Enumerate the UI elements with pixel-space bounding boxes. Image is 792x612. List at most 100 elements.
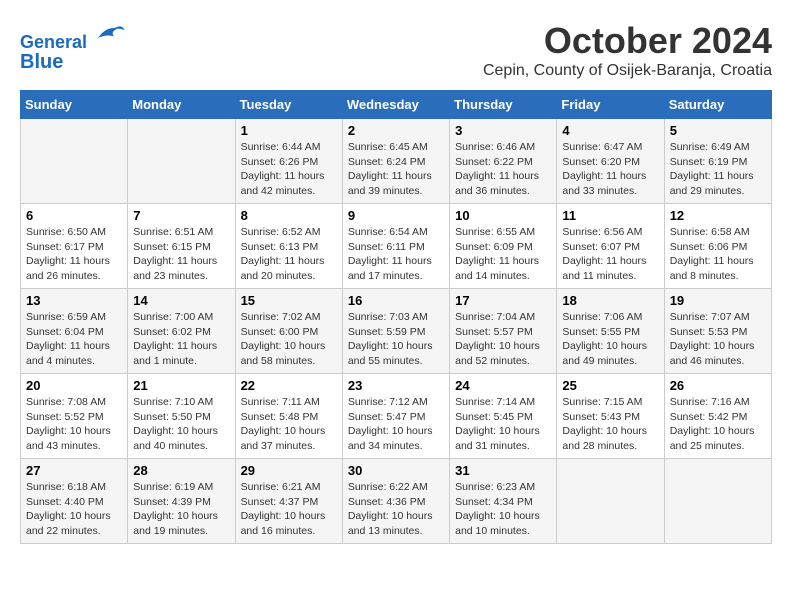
day-info: Sunrise: 6:46 AM Sunset: 6:22 PM Dayligh…	[455, 140, 551, 199]
header-day-tuesday: Tuesday	[235, 91, 342, 119]
calendar-cell: 26Sunrise: 7:16 AM Sunset: 5:42 PM Dayli…	[664, 374, 771, 459]
day-info: Sunrise: 6:56 AM Sunset: 6:07 PM Dayligh…	[562, 225, 658, 284]
day-info: Sunrise: 6:44 AM Sunset: 6:26 PM Dayligh…	[241, 140, 337, 199]
calendar-cell: 6Sunrise: 6:50 AM Sunset: 6:17 PM Daylig…	[21, 204, 128, 289]
calendar-cell: 1Sunrise: 6:44 AM Sunset: 6:26 PM Daylig…	[235, 119, 342, 204]
header-day-monday: Monday	[128, 91, 235, 119]
calendar-cell: 9 Sunrise: 6:54 AM Sunset: 6:11 PM Daylig…	[342, 204, 449, 289]
calendar-cell: 25Sunrise: 7:15 AM Sunset: 5:43 PM Dayli…	[557, 374, 664, 459]
calendar-cell: 13 Sunrise: 6:59 AM Sunset: 6:04 PM Dayli…	[21, 289, 128, 374]
header-day-friday: Friday	[557, 91, 664, 119]
day-info: Sunrise: 7:11 AM Sunset: 5:48 PM Dayligh…	[241, 395, 337, 454]
calendar-cell: 24 Sunrise: 7:14 AM Sunset: 5:45 PM Dayli…	[450, 374, 557, 459]
day-number: 20	[26, 378, 122, 393]
day-number: 14	[133, 293, 229, 308]
day-number: 24	[455, 378, 551, 393]
calendar-cell: 2 Sunrise: 6:45 AM Sunset: 6:24 PM Daylig…	[342, 119, 449, 204]
day-info: Sunrise: 6:23 AM Sunset: 4:34 PM Dayligh…	[455, 480, 551, 539]
calendar-week-row: 6Sunrise: 6:50 AM Sunset: 6:17 PM Daylig…	[21, 204, 772, 289]
day-info: Sunrise: 7:08 AM Sunset: 5:52 PM Dayligh…	[26, 395, 122, 454]
calendar-header-row: SundayMondayTuesdayWednesdayThursdayFrid…	[21, 91, 772, 119]
day-info: Sunrise: 7:03 AM Sunset: 5:59 PM Dayligh…	[348, 310, 444, 369]
month-title: October 2024	[483, 20, 772, 62]
calendar-cell: 7 Sunrise: 6:51 AM Sunset: 6:15 PM Daylig…	[128, 204, 235, 289]
logo-bird-icon	[94, 20, 126, 48]
day-number: 13	[26, 293, 122, 308]
day-number: 7	[133, 208, 229, 223]
calendar-cell: 12 Sunrise: 6:58 AM Sunset: 6:06 PM Dayli…	[664, 204, 771, 289]
calendar-cell: 15Sunrise: 7:02 AM Sunset: 6:00 PM Dayli…	[235, 289, 342, 374]
day-info: Sunrise: 6:55 AM Sunset: 6:09 PM Dayligh…	[455, 225, 551, 284]
day-number: 3	[455, 123, 551, 138]
day-info: Sunrise: 7:00 AM Sunset: 6:02 PM Dayligh…	[133, 310, 229, 369]
calendar-cell: 20 Sunrise: 7:08 AM Sunset: 5:52 PM Dayli…	[21, 374, 128, 459]
calendar-cell: 17 Sunrise: 7:04 AM Sunset: 5:57 PM Dayli…	[450, 289, 557, 374]
calendar-cell	[557, 459, 664, 544]
page-header: General Blue October 2024 Cepin, County …	[20, 20, 772, 80]
day-info: Sunrise: 6:49 AM Sunset: 6:19 PM Dayligh…	[670, 140, 766, 199]
calendar-cell: 8 Sunrise: 6:52 AM Sunset: 6:13 PM Daylig…	[235, 204, 342, 289]
day-info: Sunrise: 7:07 AM Sunset: 5:53 PM Dayligh…	[670, 310, 766, 369]
day-info: Sunrise: 6:54 AM Sunset: 6:11 PM Dayligh…	[348, 225, 444, 284]
logo-text: General	[20, 20, 126, 54]
day-info: Sunrise: 6:59 AM Sunset: 6:04 PM Dayligh…	[26, 310, 122, 369]
day-info: Sunrise: 6:21 AM Sunset: 4:37 PM Dayligh…	[241, 480, 337, 539]
calendar-table: SundayMondayTuesdayWednesdayThursdayFrid…	[20, 90, 772, 544]
day-info: Sunrise: 7:16 AM Sunset: 5:42 PM Dayligh…	[670, 395, 766, 454]
day-number: 22	[241, 378, 337, 393]
day-number: 9	[348, 208, 444, 223]
day-number: 6	[26, 208, 122, 223]
day-number: 18	[562, 293, 658, 308]
day-number: 8	[241, 208, 337, 223]
calendar-week-row: 13 Sunrise: 6:59 AM Sunset: 6:04 PM Dayli…	[21, 289, 772, 374]
day-number: 30	[348, 463, 444, 478]
day-number: 16	[348, 293, 444, 308]
calendar-cell: 23 Sunrise: 7:12 AM Sunset: 5:47 PM Dayli…	[342, 374, 449, 459]
calendar-cell: 21Sunrise: 7:10 AM Sunset: 5:50 PM Dayli…	[128, 374, 235, 459]
day-number: 2	[348, 123, 444, 138]
day-info: Sunrise: 7:14 AM Sunset: 5:45 PM Dayligh…	[455, 395, 551, 454]
calendar-cell	[128, 119, 235, 204]
location-title: Cepin, County of Osijek-Baranja, Croatia	[483, 62, 772, 80]
calendar-cell: 14 Sunrise: 7:00 AM Sunset: 6:02 PM Dayli…	[128, 289, 235, 374]
day-number: 12	[670, 208, 766, 223]
day-info: Sunrise: 6:22 AM Sunset: 4:36 PM Dayligh…	[348, 480, 444, 539]
day-info: Sunrise: 7:12 AM Sunset: 5:47 PM Dayligh…	[348, 395, 444, 454]
logo: General Blue	[20, 20, 126, 74]
calendar-cell: 28 Sunrise: 6:19 AM Sunset: 4:39 PM Dayli…	[128, 459, 235, 544]
calendar-cell: 18 Sunrise: 7:06 AM Sunset: 5:55 PM Dayli…	[557, 289, 664, 374]
day-number: 4	[562, 123, 658, 138]
day-info: Sunrise: 6:51 AM Sunset: 6:15 PM Dayligh…	[133, 225, 229, 284]
calendar-week-row: 1Sunrise: 6:44 AM Sunset: 6:26 PM Daylig…	[21, 119, 772, 204]
calendar-cell	[21, 119, 128, 204]
day-number: 25	[562, 378, 658, 393]
calendar-cell	[664, 459, 771, 544]
day-info: Sunrise: 7:04 AM Sunset: 5:57 PM Dayligh…	[455, 310, 551, 369]
day-info: Sunrise: 6:58 AM Sunset: 6:06 PM Dayligh…	[670, 225, 766, 284]
day-number: 28	[133, 463, 229, 478]
calendar-week-row: 27Sunrise: 6:18 AM Sunset: 4:40 PM Dayli…	[21, 459, 772, 544]
day-info: Sunrise: 6:45 AM Sunset: 6:24 PM Dayligh…	[348, 140, 444, 199]
day-number: 27	[26, 463, 122, 478]
day-number: 17	[455, 293, 551, 308]
calendar-cell: 31Sunrise: 6:23 AM Sunset: 4:34 PM Dayli…	[450, 459, 557, 544]
calendar-cell: 29 Sunrise: 6:21 AM Sunset: 4:37 PM Dayli…	[235, 459, 342, 544]
header-day-sunday: Sunday	[21, 91, 128, 119]
day-info: Sunrise: 6:19 AM Sunset: 4:39 PM Dayligh…	[133, 480, 229, 539]
calendar-cell: 16 Sunrise: 7:03 AM Sunset: 5:59 PM Dayli…	[342, 289, 449, 374]
day-info: Sunrise: 7:06 AM Sunset: 5:55 PM Dayligh…	[562, 310, 658, 369]
calendar-cell: 5 Sunrise: 6:49 AM Sunset: 6:19 PM Daylig…	[664, 119, 771, 204]
calendar-cell: 30 Sunrise: 6:22 AM Sunset: 4:36 PM Dayli…	[342, 459, 449, 544]
day-number: 29	[241, 463, 337, 478]
calendar-cell: 3 Sunrise: 6:46 AM Sunset: 6:22 PM Daylig…	[450, 119, 557, 204]
day-number: 23	[348, 378, 444, 393]
day-info: Sunrise: 6:52 AM Sunset: 6:13 PM Dayligh…	[241, 225, 337, 284]
day-info: Sunrise: 6:47 AM Sunset: 6:20 PM Dayligh…	[562, 140, 658, 199]
calendar-cell: 11Sunrise: 6:56 AM Sunset: 6:07 PM Dayli…	[557, 204, 664, 289]
day-number: 5	[670, 123, 766, 138]
day-info: Sunrise: 7:10 AM Sunset: 5:50 PM Dayligh…	[133, 395, 229, 454]
calendar-cell: 19 Sunrise: 7:07 AM Sunset: 5:53 PM Dayli…	[664, 289, 771, 374]
header-day-saturday: Saturday	[664, 91, 771, 119]
day-number: 19	[670, 293, 766, 308]
calendar-cell: 4 Sunrise: 6:47 AM Sunset: 6:20 PM Daylig…	[557, 119, 664, 204]
